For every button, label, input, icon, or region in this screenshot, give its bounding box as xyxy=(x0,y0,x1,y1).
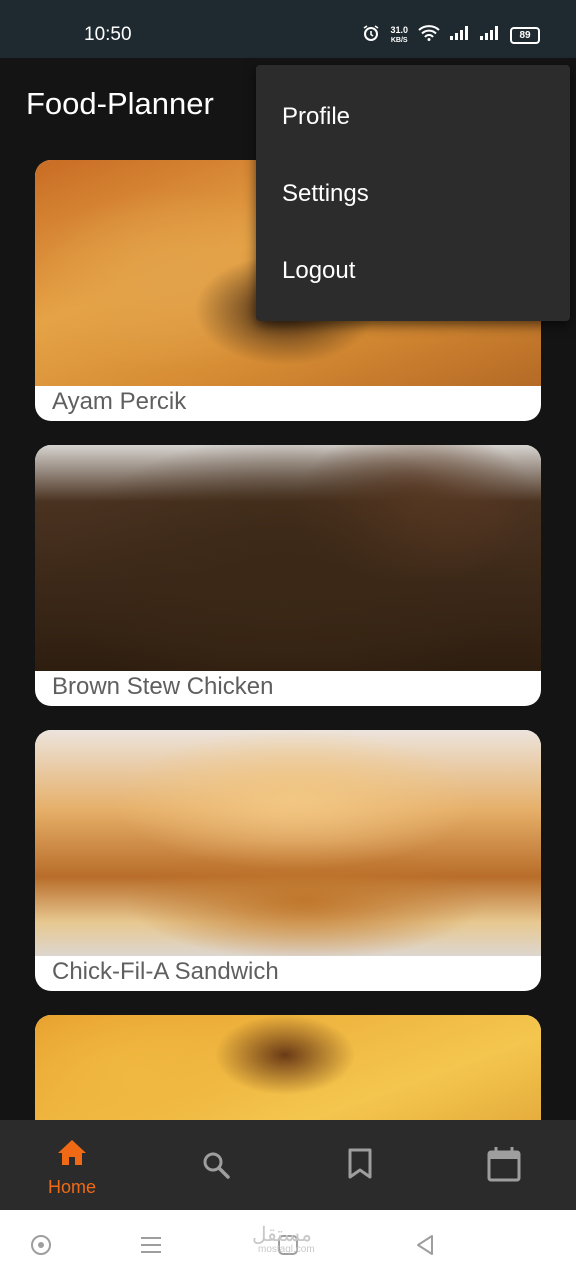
nav-item-home[interactable]: Home xyxy=(0,1120,144,1210)
meal-card[interactable]: Brown Stew Chicken xyxy=(35,445,541,706)
meal-image xyxy=(35,445,541,671)
calendar-icon xyxy=(487,1146,521,1187)
search-icon xyxy=(201,1150,231,1185)
alarm-icon xyxy=(362,24,380,47)
nav-item-planner[interactable] xyxy=(432,1120,576,1210)
nav-item-search[interactable] xyxy=(144,1120,288,1210)
network-speed: 31.0 KB/S xyxy=(390,26,408,45)
wifi-icon xyxy=(418,25,440,46)
bookmark-icon xyxy=(347,1148,373,1185)
battery-icon: 89 xyxy=(510,27,540,44)
status-time: 10:50 xyxy=(84,24,132,45)
bottom-navigation: Home xyxy=(0,1120,576,1210)
nav-label-home: Home xyxy=(47,1177,96,1197)
meal-name: Brown Stew Chicken xyxy=(52,673,274,700)
menu-item-settings[interactable]: Settings xyxy=(282,180,369,208)
signal-icon-1 xyxy=(450,26,470,45)
status-icons: 31.0 KB/S 89 xyxy=(362,24,540,47)
menu-item-logout[interactable]: Logout xyxy=(282,257,355,285)
meal-name: Ayam Percik xyxy=(52,388,187,415)
meal-card[interactable]: Chick-Fil-A Sandwich xyxy=(35,730,541,991)
menu-item-profile[interactable]: Profile xyxy=(282,103,350,131)
home-icon xyxy=(56,1136,88,1173)
menu-icon[interactable] xyxy=(140,1236,162,1259)
meal-name: Chick-Fil-A Sandwich xyxy=(52,958,279,985)
watermark-url: mostaql.com xyxy=(258,1244,315,1255)
overflow-menu: Profile Settings Logout xyxy=(256,65,570,321)
network-speed-value: 31.0 xyxy=(390,25,408,35)
assistant-icon[interactable] xyxy=(30,1234,52,1261)
nav-item-saved[interactable] xyxy=(288,1120,432,1210)
back-icon[interactable] xyxy=(414,1234,436,1261)
meal-image xyxy=(35,730,541,956)
network-speed-unit: KB/S xyxy=(390,37,408,44)
app-title: Food-Planner xyxy=(26,86,214,121)
status-bar: 10:50 31.0 KB/S 89 xyxy=(0,0,576,58)
signal-icon-2 xyxy=(480,26,500,45)
